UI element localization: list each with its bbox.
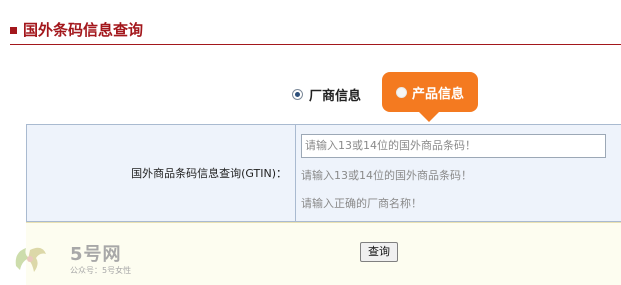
callout-tail [419, 112, 439, 122]
hint-gtin: 请输入13或14位的国外商品条码！ [301, 169, 472, 182]
radio-manufacturer-label: 厂商信息 [309, 88, 362, 104]
watermark-subtitle: 公众号：5号女性 [70, 266, 132, 275]
panel-divider [295, 125, 296, 223]
radio-product-info[interactable]: 产品信息 [382, 72, 478, 112]
watermark: 5号网 公众号：5号女性 [10, 238, 150, 280]
watermark-brand: 5号网 [70, 244, 122, 265]
query-panel: 国外商品条码信息查询(GTIN)： 请输入13或14位的国外商品条码！ 请输入1… [26, 124, 621, 223]
hint-manufacturer: 请输入正确的厂商名称！ [301, 197, 422, 210]
section-header: 国外条码信息查询 [10, 20, 621, 45]
search-type-radio-group: 厂商信息 产品信息 [0, 72, 621, 122]
radio-unchecked-icon[interactable] [395, 86, 407, 98]
radio-checked-icon[interactable] [292, 88, 303, 100]
query-button[interactable]: 查询 [360, 242, 398, 262]
page-title: 国外条码信息查询 [23, 21, 144, 39]
query-field-label: 国外商品条码信息查询(GTIN)： [131, 167, 287, 180]
radio-product-label: 产品信息 [411, 86, 464, 102]
page: 国外条码信息查询 厂商信息 产品信息 国外商品条码信息查询(GTIN)： 请输入… [0, 0, 621, 285]
gtin-input[interactable]: 请输入13或14位的国外商品条码！ [301, 134, 606, 158]
watermark-logo-icon [15, 247, 46, 272]
header-divider [10, 44, 621, 45]
radio-manufacturer-info[interactable]: 厂商信息 [292, 84, 361, 104]
bullet-icon [10, 27, 17, 34]
